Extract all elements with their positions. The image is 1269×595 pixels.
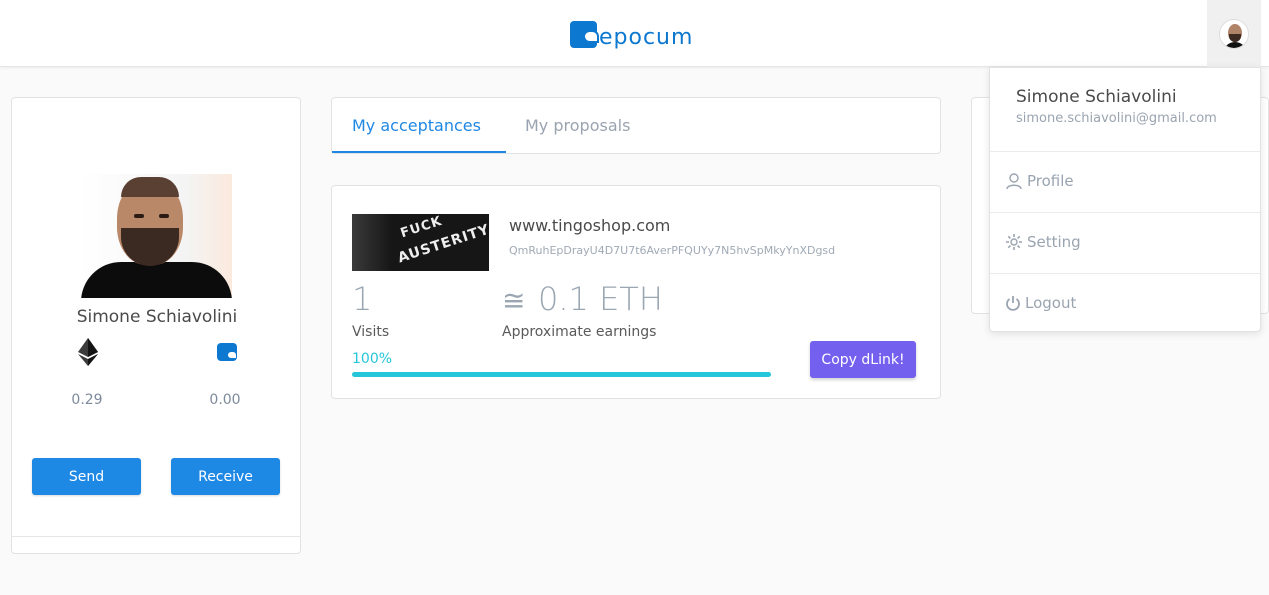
earnings-value: 0.1 ETH bbox=[538, 280, 663, 318]
progress-label: 100% bbox=[352, 351, 393, 367]
epocum-logo[interactable]: epocum bbox=[570, 19, 694, 50]
menu-item-label: Profile bbox=[1027, 172, 1074, 190]
profile-photo bbox=[81, 174, 232, 298]
logo-mark-icon bbox=[570, 20, 599, 48]
dropdown-user-name: Simone Schiavolini bbox=[1016, 87, 1177, 107]
send-button[interactable]: Send bbox=[32, 458, 141, 495]
logo-text: epocum bbox=[599, 24, 694, 50]
dropdown-user-email: simone.schiavolini@gmail.com bbox=[1016, 111, 1217, 126]
menu-item-logout[interactable]: Logout bbox=[1005, 291, 1245, 315]
site-url[interactable]: www.tingoshop.com bbox=[509, 216, 670, 235]
menu-item-profile[interactable]: Profile bbox=[1005, 169, 1245, 193]
copy-dlink-button[interactable]: Copy dLink! bbox=[810, 341, 916, 378]
divider bbox=[990, 273, 1260, 274]
product-thumbnail: FUCK AUSTERITY bbox=[352, 214, 489, 271]
menu-item-setting[interactable]: Setting bbox=[1005, 230, 1245, 254]
divider bbox=[990, 151, 1260, 152]
avatar bbox=[1219, 18, 1249, 49]
user-menu-button[interactable] bbox=[1207, 0, 1261, 67]
progress-fill bbox=[352, 372, 771, 377]
eth-balance: 0.29 bbox=[71, 392, 103, 408]
receive-button[interactable]: Receive bbox=[171, 458, 280, 495]
epc-balance: 0.00 bbox=[209, 392, 241, 408]
top-header: epocum bbox=[0, 0, 1269, 67]
tabs-bar: My acceptances My proposals bbox=[331, 97, 941, 154]
acceptance-card: FUCK AUSTERITY www.tingoshop.com QmRuhEp… bbox=[331, 185, 941, 399]
epocum-coin-icon bbox=[217, 343, 237, 361]
dlink-hash: QmRuhEpDrayU4D7U7t6AverPFQUYy7N5hvSpMkyY… bbox=[509, 244, 836, 257]
profile-name: Simone Schiavolini bbox=[76, 307, 238, 327]
menu-item-label: Logout bbox=[1025, 294, 1077, 312]
tab-my-acceptances[interactable]: My acceptances bbox=[352, 98, 481, 153]
visits-count: 1 bbox=[352, 280, 373, 318]
user-icon bbox=[1006, 173, 1022, 190]
profile-card: Simone Schiavolini 0.29 0.00 Send Receiv… bbox=[11, 97, 301, 554]
approx-equal-icon: ≅ bbox=[502, 284, 526, 317]
ethereum-icon bbox=[78, 338, 98, 366]
visits-label: Visits bbox=[352, 324, 390, 340]
active-tab-indicator bbox=[332, 151, 506, 153]
progress-bar bbox=[352, 372, 771, 377]
tab-my-proposals[interactable]: My proposals bbox=[525, 98, 630, 153]
gear-icon bbox=[1006, 234, 1022, 250]
card-divider bbox=[12, 536, 300, 537]
user-dropdown: Simone Schiavolini simone.schiavolini@gm… bbox=[989, 67, 1261, 332]
power-icon bbox=[1006, 296, 1020, 311]
earnings-label: Approximate earnings bbox=[502, 324, 657, 340]
menu-item-label: Setting bbox=[1027, 233, 1081, 251]
divider bbox=[990, 212, 1260, 213]
